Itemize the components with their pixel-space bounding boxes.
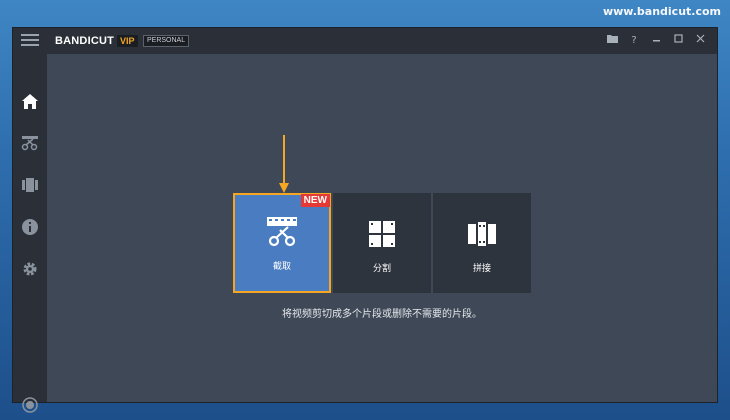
tile-join[interactable]: 拼接 [433, 193, 531, 293]
record-icon[interactable] [13, 390, 47, 420]
info-icon[interactable] [13, 212, 47, 242]
hamburger-menu-icon[interactable] [21, 34, 39, 48]
cut-icon[interactable] [13, 128, 47, 158]
maximize-icon[interactable] [667, 33, 689, 49]
minimize-icon[interactable] [645, 33, 667, 49]
settings-icon[interactable] [13, 254, 47, 284]
vip-badge: VIP [117, 35, 138, 47]
sidebar [13, 54, 47, 413]
tile-label: 截取 [272, 262, 291, 272]
tile-split[interactable]: 分割 [333, 193, 431, 293]
encode-icon[interactable] [13, 170, 47, 200]
tile-trim[interactable]: NEW 截取 [233, 193, 331, 293]
mode-description: 将视频剪切成多个片段或删除不需要的片段。 [282, 309, 482, 320]
edition-badge: PERSONAL [143, 35, 190, 47]
close-icon[interactable] [689, 33, 711, 49]
window-controls: ? [601, 33, 711, 49]
home-icon[interactable] [13, 86, 47, 116]
join-film-icon [468, 222, 496, 246]
title-bar: BANDICUT VIP PERSONAL ? [13, 28, 717, 54]
tile-label: 分割 [372, 264, 391, 274]
help-icon[interactable]: ? [623, 33, 645, 49]
pointer-arrow-icon [279, 135, 289, 193]
scissors-film-icon [267, 217, 297, 247]
watermark: www.bandicut.com [602, 5, 721, 18]
split-grid-icon [369, 221, 395, 247]
tile-label: 拼接 [472, 264, 491, 274]
folder-icon[interactable] [601, 33, 623, 49]
app-logo: BANDICUT [55, 35, 115, 47]
main-content: NEW 截取 分割 拼接 将视频剪切成多个片段或删除不需要的片段。 [47, 54, 717, 402]
app-window: BANDICUT VIP PERSONAL ? NEW 截取 分割 拼接 将视频… [12, 27, 718, 413]
new-badge: NEW [300, 194, 330, 207]
